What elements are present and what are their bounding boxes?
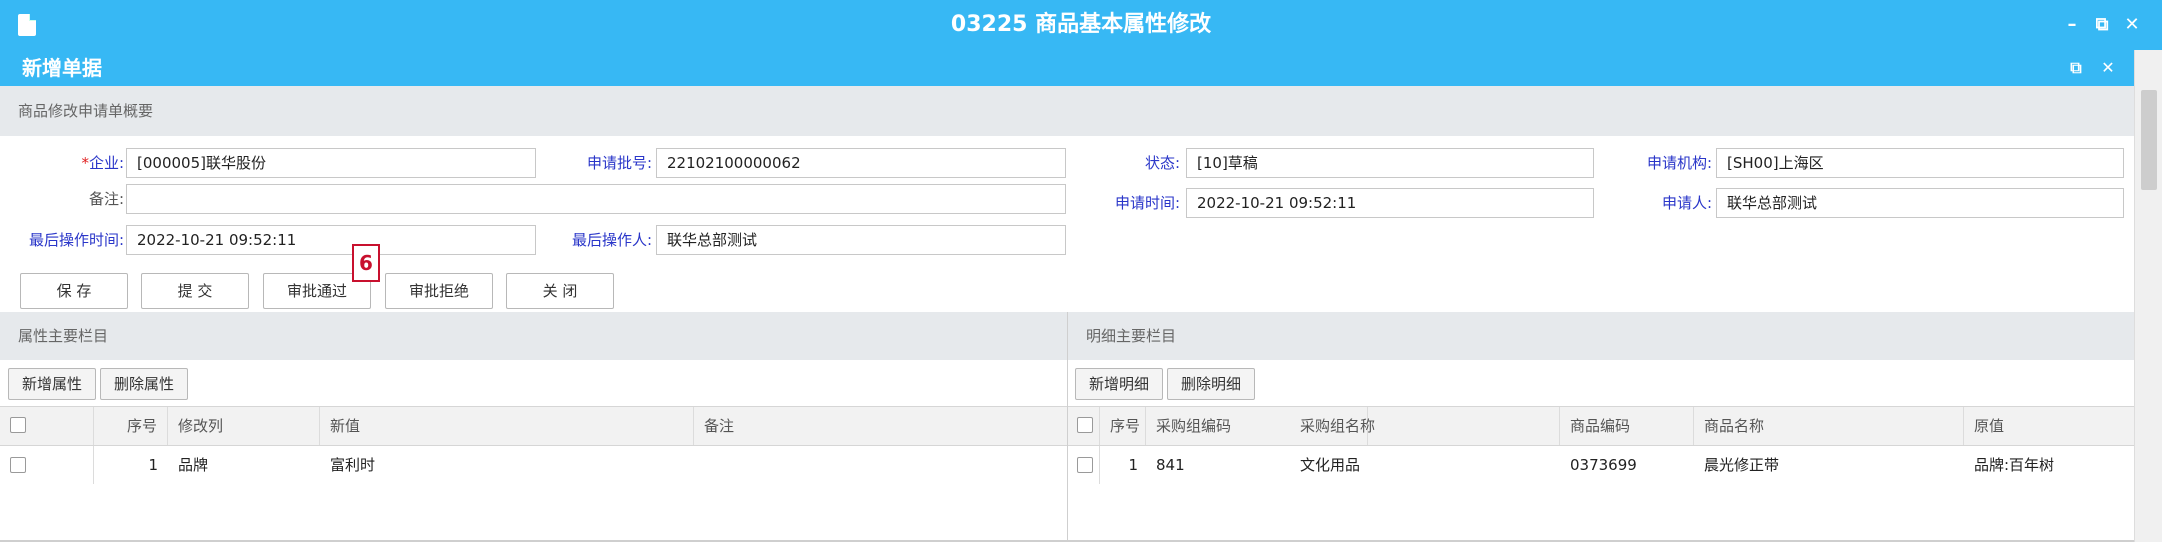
company-field[interactable]: [000005]联华股份: [126, 148, 536, 178]
detail-col-goods-name: 商品名称: [1694, 407, 1964, 445]
row-seq: 1: [148, 456, 158, 474]
detail-row-checkbox[interactable]: [1077, 457, 1093, 473]
row-remark: [694, 446, 1067, 484]
detail-row-group-code: 841: [1156, 456, 1185, 474]
applicant-field[interactable]: 联华总部测试: [1716, 188, 2124, 218]
last-op-time-label: 最后操作时间:: [28, 231, 124, 249]
row-check-cell: [0, 446, 94, 484]
remark-label: 备注:: [88, 190, 124, 208]
company-label: *企业:: [81, 154, 124, 172]
close-button[interactable]: 关 闭: [506, 273, 614, 309]
submit-button[interactable]: 提 交: [141, 273, 249, 309]
detail-panel-header: 明细主要栏目: [1068, 312, 2134, 360]
detail-grid-header: 序号 采购组编码 采购组名称 商品编码 商品名称 原值: [1068, 406, 2134, 446]
last-op-time-field[interactable]: 2022-10-21 09:52:11: [126, 225, 536, 255]
detail-select-all-cell: [1068, 407, 1100, 445]
attr-panel-title: 属性主要栏目: [18, 327, 109, 345]
window-titlebar: 03225 商品基本属性修改 – ⧉ ✕: [0, 0, 2162, 50]
step-badge: 6: [352, 244, 380, 282]
attr-col-new-value: 新值: [320, 407, 694, 445]
attr-panel-header: 属性主要栏目: [0, 312, 1067, 360]
detail-select-all-checkbox[interactable]: [1077, 417, 1093, 433]
vertical-scrollbar[interactable]: [2134, 50, 2162, 542]
table-row[interactable]: 1 品牌 富利时: [0, 446, 1067, 484]
batch-no-label: 申请批号:: [586, 154, 652, 172]
delete-detail-button[interactable]: 删除明细: [1167, 368, 1255, 400]
scrollbar-thumb[interactable]: [2141, 90, 2157, 190]
status-field[interactable]: [10]草稿: [1186, 148, 1594, 178]
attr-col-seq: 序号: [94, 407, 168, 445]
required-mark: *: [81, 154, 89, 172]
detail-col-original: 原值: [1974, 417, 2005, 435]
last-operator-field[interactable]: 联华总部测试: [656, 225, 1066, 255]
restore-button[interactable]: ⧉: [2088, 10, 2116, 40]
applicant-label: 申请人:: [1661, 194, 1712, 212]
window-title: 03225 商品基本属性修改: [950, 12, 1212, 37]
last-operator-label: 最后操作人:: [571, 231, 652, 249]
detail-row-goods-code: 0373699: [1570, 456, 1637, 474]
add-attribute-button[interactable]: 新增属性: [8, 368, 96, 400]
status-label: 状态:: [1144, 154, 1180, 172]
reject-button[interactable]: 审批拒绝: [385, 273, 493, 309]
dialog-header: 新增单据 ⧉ ✕: [0, 50, 2134, 86]
minimize-button[interactable]: –: [2058, 10, 2086, 40]
detail-row-seq: 1: [1128, 456, 1138, 474]
detail-col-seq: 序号: [1100, 407, 1146, 445]
row-checkbox[interactable]: [10, 457, 26, 473]
dialog-close-button[interactable]: ✕: [2094, 53, 2122, 83]
select-all-checkbox[interactable]: [10, 417, 26, 433]
attr-col-remark: 备注: [704, 417, 735, 435]
summary-section-header: 商品修改申请单概要: [0, 86, 2134, 136]
batch-no-field[interactable]: 22102100000062: [656, 148, 1066, 178]
detail-row-group-name: 文化用品: [1300, 456, 1361, 474]
dialog-restore-button[interactable]: ⧉: [2062, 53, 2090, 83]
apply-time-field[interactable]: 2022-10-21 09:52:11: [1186, 188, 1594, 218]
summary-section-title: 商品修改申请单概要: [18, 102, 154, 120]
row-column: 品牌: [178, 456, 209, 474]
detail-panel-title: 明细主要栏目: [1086, 327, 1177, 345]
detail-col-group-name: 采购组名称: [1290, 407, 1560, 445]
dialog-title: 新增单据: [22, 56, 102, 80]
row-new-value: 富利时: [330, 456, 376, 474]
detail-row-goods-name: 晨光修正带: [1704, 456, 1780, 474]
detail-row-original: 品牌:百年树: [1974, 456, 2055, 474]
select-all-cell: [0, 407, 94, 445]
table-row[interactable]: 1 841 文化用品 0373699 晨光修正带 品牌:百年树: [1068, 446, 2134, 484]
add-detail-button[interactable]: 新增明细: [1075, 368, 1163, 400]
apply-time-label: 申请时间:: [1114, 194, 1180, 212]
save-button[interactable]: 保 存: [20, 273, 128, 309]
remark-field[interactable]: [126, 184, 1066, 214]
delete-attribute-button[interactable]: 删除属性: [100, 368, 188, 400]
detail-row-check-cell: [1068, 446, 1100, 484]
window-close-button[interactable]: ✕: [2118, 10, 2146, 40]
apply-org-field[interactable]: [SH00]上海区: [1716, 148, 2124, 178]
apply-org-label: 申请机构:: [1646, 154, 1712, 172]
attr-grid-header: 序号 修改列 新值 备注: [0, 406, 1067, 446]
detail-col-goods-code: 商品编码: [1560, 407, 1694, 445]
attr-col-column: 修改列: [168, 407, 320, 445]
